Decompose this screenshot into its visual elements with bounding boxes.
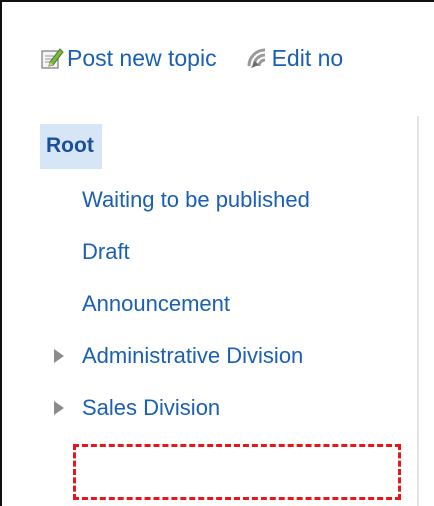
app-frame: Post new topic Edit no Root Waiting to b…	[0, 0, 434, 506]
category-tree: Root Waiting to be published Draft Annou…	[40, 124, 310, 420]
post-new-topic-label: Post new topic	[67, 44, 217, 71]
post-new-topic-link[interactable]: Post new topic	[40, 45, 217, 72]
highlight-placeholder	[73, 444, 401, 500]
tree-item-label: Draft	[82, 239, 130, 264]
toolbar: Post new topic Edit no	[40, 42, 343, 74]
tree-item-label: Sales Division	[82, 395, 221, 420]
tree-item-label: Announcement	[82, 291, 230, 316]
tree-root[interactable]: Root	[40, 124, 102, 169]
expand-arrow-icon[interactable]	[54, 349, 64, 363]
tree-item-label: Administrative Division	[82, 343, 304, 368]
tree-item-label: Waiting to be published	[82, 187, 310, 212]
expand-arrow-icon[interactable]	[54, 401, 64, 415]
edit-notice-label: Edit no	[271, 44, 344, 71]
edit-feed-icon	[245, 46, 269, 70]
edit-notice-link[interactable]: Edit no	[245, 44, 344, 72]
pencil-note-icon	[40, 46, 64, 70]
panel-divider	[417, 116, 419, 506]
